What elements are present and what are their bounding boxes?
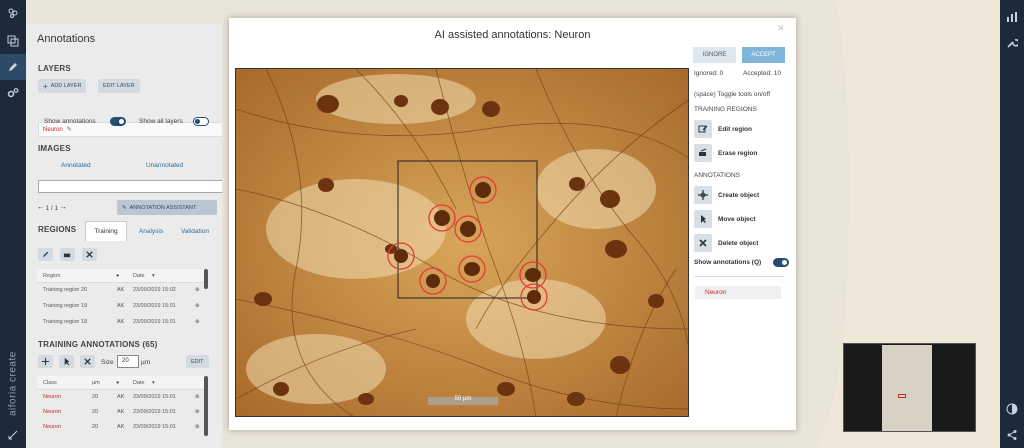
annotations-panel: Annotations LAYERS + ADD LAYER EDIT LAYER… (26, 24, 222, 448)
table-row[interactable]: Training region 18 AK 23/09/2019 15:01 ⊗ (37, 315, 206, 329)
windows-icon[interactable] (0, 28, 26, 54)
annotations-title: ANNOTATIONS (694, 172, 740, 179)
divider (694, 276, 784, 277)
arrow-right-icon[interactable]: 🠒 (58, 205, 66, 212)
left-toolbar: aiforia create (0, 0, 26, 448)
remove-icon[interactable]: ⊗ (195, 409, 200, 415)
user-icon: ● (116, 380, 120, 386)
pencil-icon: ✎ (122, 204, 127, 211)
contrast-icon[interactable] (999, 396, 1024, 422)
wrench-icon[interactable] (999, 30, 1024, 56)
plus-icon: + (43, 81, 48, 91)
settings-icon[interactable] (0, 80, 26, 106)
image-pager[interactable]: 🠐 1 / 1 🠒 (38, 204, 66, 215)
delete-icon (694, 234, 712, 252)
ignored-count: Ignored: 0 (694, 70, 724, 77)
image-select[interactable]: ▾ (38, 180, 222, 193)
dialog-title: AI assisted annotations: Neuron (434, 29, 591, 41)
ai-annotations-dialog: AI assisted annotations: Neuron ✕ 50 µm … (229, 18, 796, 430)
pointer-icon (694, 210, 712, 228)
chart-icon[interactable] (999, 4, 1024, 30)
size-label: Size (101, 359, 114, 366)
remove-icon[interactable]: ⊗ (195, 424, 200, 430)
expand-icon[interactable] (0, 422, 26, 448)
arrow-left-icon[interactable]: 🠐 (38, 205, 46, 212)
layers-title: LAYERS (38, 64, 71, 73)
panel-title: Annotations (37, 33, 96, 45)
accepted-count: Accepted: 10 (743, 70, 781, 77)
edit-layer-button[interactable]: EDIT LAYER (98, 79, 140, 93)
table-row[interactable]: Neuron 20 AK 23/09/2019 15:01 ⊗ (37, 405, 206, 419)
logo-icon[interactable] (0, 0, 26, 26)
size-input[interactable]: 20 (117, 355, 139, 368)
annotated-link[interactable]: Annotated (61, 162, 91, 169)
table-row[interactable]: Neuron 20 AK 23/09/2019 15:01 ⊗ (37, 390, 206, 404)
erase-region-icon (694, 144, 712, 162)
edit-button[interactable]: EDIT (186, 355, 209, 368)
erase-region-tool[interactable]: Erase region (694, 143, 784, 163)
show-all-layers-toggle[interactable] (193, 117, 209, 126)
delete-icon[interactable] (80, 355, 95, 368)
unannotated-link[interactable]: Unannotated (146, 162, 183, 169)
tab-validation[interactable]: Validation (174, 221, 216, 241)
show-annotations-label: Show annotations (44, 118, 96, 125)
viewport-indicator[interactable] (898, 394, 906, 398)
tab-training[interactable]: Training (85, 221, 127, 241)
create-object-tool[interactable]: Create object (694, 185, 784, 205)
size-unit: µm (141, 359, 151, 366)
right-toolbar (1000, 0, 1024, 448)
erase-region-icon[interactable] (60, 248, 75, 261)
delete-region-icon[interactable] (82, 248, 97, 261)
table-header: Class µm ● Date ▾ (37, 376, 206, 390)
tissue-image (236, 69, 688, 416)
brand-logo: aiforia create (7, 351, 19, 417)
close-icon[interactable]: ✕ (777, 23, 785, 34)
edit-region-icon (694, 120, 712, 138)
remove-icon[interactable]: ⊗ (195, 319, 200, 325)
table-header: Region ● Date ▾ (37, 269, 206, 283)
edit-region-tool[interactable]: Edit region (694, 119, 784, 139)
share-icon[interactable] (999, 422, 1024, 448)
images-title: IMAGES (38, 144, 71, 153)
annotations-scrollbar[interactable] (204, 376, 208, 436)
tab-analysis[interactable]: Analysis (130, 221, 172, 241)
pointer-icon[interactable] (59, 355, 74, 368)
accept-button[interactable]: ACCEPT (742, 47, 785, 63)
user-icon: ● (116, 273, 120, 279)
training-regions-title: TRAINING REGIONS (694, 106, 757, 113)
annotation-assistant-button[interactable]: ✎ ANNOTATION ASSISTANT (117, 200, 217, 215)
crosshair-icon[interactable] (38, 355, 53, 368)
remove-icon[interactable]: ⊗ (195, 394, 200, 400)
class-item-neuron[interactable]: Neuron (695, 286, 781, 299)
pencil-icon: ✎ (66, 127, 72, 133)
edit-region-icon[interactable] (38, 248, 53, 261)
pencil-icon[interactable] (0, 54, 26, 80)
minimap[interactable] (843, 343, 976, 432)
regions-scrollbar[interactable] (204, 269, 208, 289)
table-row[interactable]: Neuron 20 AK 23/09/2019 15:01 ⊗ (37, 420, 206, 434)
sort-desc-icon[interactable]: ▾ (152, 273, 155, 279)
sort-desc-icon[interactable]: ▾ (152, 380, 155, 386)
show-all-layers-label: Show all layers (139, 118, 183, 125)
remove-icon[interactable]: ⊗ (195, 287, 200, 293)
scale-bar-label: 50 µm (454, 396, 472, 402)
ignore-button[interactable]: IGNORE (693, 47, 736, 63)
training-annotations-title: TRAINING ANNOTATIONS (65) (38, 340, 158, 349)
microscopy-image[interactable]: 50 µm (235, 68, 689, 417)
show-annotations-toggle[interactable] (773, 258, 789, 267)
remove-icon[interactable]: ⊗ (195, 303, 200, 309)
regions-title: REGIONS (38, 225, 77, 234)
add-layer-button[interactable]: + ADD LAYER (38, 79, 87, 93)
show-annotations-toggle[interactable] (110, 117, 126, 126)
toggle-hint: (space) Toggle tools on/off (694, 91, 771, 98)
crosshair-icon (694, 186, 712, 204)
move-object-tool[interactable]: Move object (694, 209, 784, 229)
table-row[interactable]: Training region 19 AK 23/09/2019 15:01 ⊗ (37, 299, 206, 313)
table-row[interactable]: Training region 20 AK 23/09/2019 15:02 ⊗ (37, 283, 206, 297)
show-annotations-label: Show annotations (Q) (694, 259, 762, 266)
delete-object-tool[interactable]: Delete object (694, 233, 784, 253)
